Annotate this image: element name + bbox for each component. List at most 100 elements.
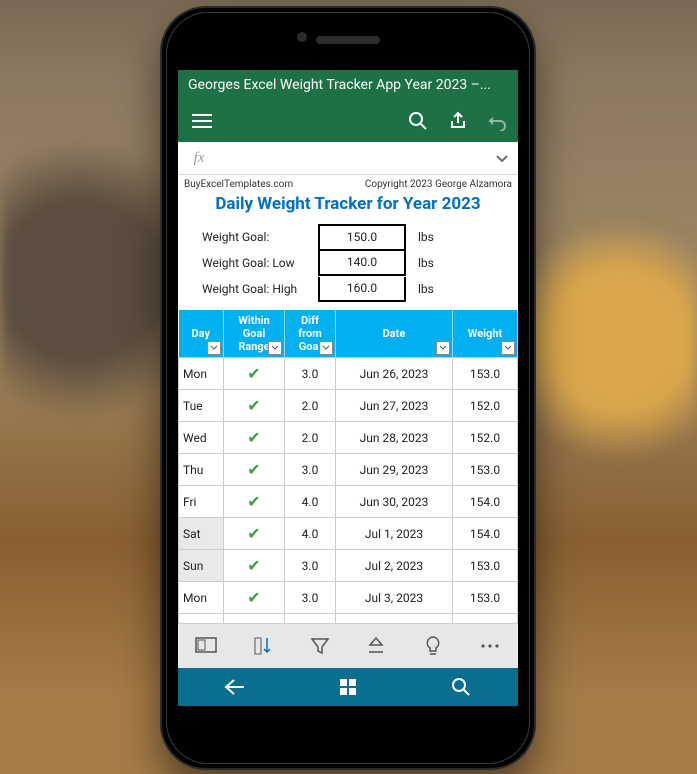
column-header[interactable]: Day <box>179 310 224 358</box>
cell-in-range[interactable]: ✔ <box>224 454 285 486</box>
column-header[interactable]: WithinGoalRange <box>224 310 285 358</box>
cell-date[interactable]: Jun 30, 2023 <box>336 486 453 518</box>
data-table[interactable]: DayWithinGoalRangeDifffromGoalDateWeight… <box>178 310 518 646</box>
cell-day[interactable]: Sun <box>179 550 224 582</box>
cell-diff[interactable]: 3.0 <box>285 358 336 390</box>
screen: Georges Excel Weight Tracker App Year 20… <box>178 70 518 706</box>
fx-label: fx <box>178 150 220 167</box>
search-button[interactable] <box>398 111 438 131</box>
cell-date[interactable]: Jun 28, 2023 <box>336 422 453 454</box>
sheet-view-button[interactable] <box>184 637 228 655</box>
formula-expand-button[interactable] <box>486 151 518 165</box>
os-nav-bar <box>178 668 518 706</box>
cell-day[interactable]: Wed <box>179 422 224 454</box>
cell-day[interactable]: Fri <box>179 486 224 518</box>
site-link: BuyExcelTemplates.com <box>184 179 293 190</box>
cell-in-range[interactable]: ✔ <box>224 390 285 422</box>
cell-date[interactable]: Jun 26, 2023 <box>336 358 453 390</box>
goal-unit: lbs <box>406 282 434 296</box>
cell-in-range[interactable]: ✔ <box>224 582 285 614</box>
cell-day[interactable]: Mon <box>179 358 224 390</box>
goals-block: Weight Goal: 150.0 lbs Weight Goal: Low … <box>178 222 518 310</box>
table-row[interactable]: Wed ✔ 2.0Jun 28, 2023152.0 <box>179 422 518 454</box>
copyright-text: Copyright 2023 George Alzamora <box>365 179 512 190</box>
cell-diff[interactable]: 4.0 <box>285 486 336 518</box>
more-button[interactable] <box>468 643 512 649</box>
filter-button[interactable] <box>298 636 342 656</box>
home-button[interactable] <box>318 678 378 696</box>
cell-date[interactable]: Jul 2, 2023 <box>336 550 453 582</box>
excel-bottom-toolbar <box>178 623 518 668</box>
cell-diff[interactable]: 2.0 <box>285 422 336 454</box>
table-row[interactable]: Fri ✔ 4.0Jun 30, 2023154.0 <box>179 486 518 518</box>
cell-weight[interactable]: 153.0 <box>453 358 518 390</box>
phone-speaker <box>316 36 380 44</box>
cell-day[interactable]: Tue <box>179 390 224 422</box>
check-icon: ✔ <box>247 428 260 447</box>
sort-button[interactable] <box>241 636 285 656</box>
check-icon: ✔ <box>247 492 260 511</box>
filter-dropdown-icon[interactable] <box>319 341 333 355</box>
cell-weight[interactable]: 152.0 <box>453 422 518 454</box>
cell-weight[interactable]: 154.0 <box>453 518 518 550</box>
cell-day[interactable]: Thu <box>179 454 224 486</box>
filter-dropdown-icon[interactable] <box>268 341 282 355</box>
column-header[interactable]: DifffromGoal <box>285 310 336 358</box>
table-row[interactable]: Thu ✔ 3.0Jun 29, 2023153.0 <box>179 454 518 486</box>
share-button[interactable] <box>438 111 478 131</box>
back-button[interactable] <box>205 678 265 696</box>
cell-weight[interactable]: 152.0 <box>453 390 518 422</box>
table-row[interactable]: Tue ✔ 2.0Jun 27, 2023152.0 <box>179 390 518 422</box>
column-header[interactable]: Weight <box>453 310 518 358</box>
filter-dropdown-icon[interactable] <box>207 341 221 355</box>
goal-high-cell[interactable]: 160.0 <box>318 277 406 302</box>
goal-low-cell[interactable]: 140.0 <box>318 251 406 276</box>
cell-day[interactable]: Mon <box>179 582 224 614</box>
fill-button[interactable] <box>354 636 398 656</box>
toolbar <box>178 100 518 142</box>
formula-input[interactable] <box>220 142 486 174</box>
cell-diff[interactable]: 2.0 <box>285 390 336 422</box>
menu-button[interactable] <box>192 114 212 128</box>
goal-high-label: Weight Goal: High <box>202 282 318 296</box>
cell-weight[interactable]: 153.0 <box>453 582 518 614</box>
phone-camera <box>297 32 307 42</box>
cell-in-range[interactable]: ✔ <box>224 518 285 550</box>
cell-day[interactable]: Sat <box>179 518 224 550</box>
cell-date[interactable]: Jul 1, 2023 <box>336 518 453 550</box>
table-row[interactable]: Sun✔3.0Jul 2, 2023153.0 <box>179 550 518 582</box>
check-icon: ✔ <box>247 396 260 415</box>
ideas-button[interactable] <box>411 636 455 656</box>
os-search-button[interactable] <box>431 677 491 697</box>
cell-diff[interactable]: 3.0 <box>285 550 336 582</box>
cell-in-range[interactable]: ✔ <box>224 422 285 454</box>
cell-weight[interactable]: 153.0 <box>453 550 518 582</box>
table-row[interactable]: Mon ✔ 3.0Jul 3, 2023153.0 <box>179 582 518 614</box>
cell-weight[interactable]: 153.0 <box>453 454 518 486</box>
cell-date[interactable]: Jun 29, 2023 <box>336 454 453 486</box>
filter-dropdown-icon[interactable] <box>436 341 450 355</box>
column-header[interactable]: Date <box>336 310 453 358</box>
undo-button[interactable] <box>478 111 518 131</box>
cell-diff[interactable]: 4.0 <box>285 518 336 550</box>
goal-unit: lbs <box>406 230 434 244</box>
cell-diff[interactable]: 3.0 <box>285 454 336 486</box>
goal-value-cell[interactable]: 150.0 <box>318 224 406 251</box>
cell-date[interactable]: Jul 3, 2023 <box>336 582 453 614</box>
check-icon: ✔ <box>247 524 260 543</box>
cell-in-range[interactable]: ✔ <box>224 486 285 518</box>
formula-bar: fx <box>178 142 518 175</box>
filter-dropdown-icon[interactable] <box>501 341 515 355</box>
cell-weight[interactable]: 154.0 <box>453 486 518 518</box>
cell-in-range[interactable]: ✔ <box>224 550 285 582</box>
cell-diff[interactable]: 3.0 <box>285 582 336 614</box>
app-title: Georges Excel Weight Tracker App Year 20… <box>178 70 518 100</box>
cell-in-range[interactable]: ✔ <box>224 358 285 390</box>
check-icon: ✔ <box>247 364 260 383</box>
check-icon: ✔ <box>247 460 260 479</box>
check-icon: ✔ <box>247 588 260 607</box>
spreadsheet-content[interactable]: BuyExcelTemplates.com Copyright 2023 Geo… <box>178 175 518 646</box>
table-row[interactable]: Mon ✔ 3.0Jun 26, 2023153.0 <box>179 358 518 390</box>
table-row[interactable]: Sat ✔ 4.0Jul 1, 2023154.0 <box>179 518 518 550</box>
cell-date[interactable]: Jun 27, 2023 <box>336 390 453 422</box>
